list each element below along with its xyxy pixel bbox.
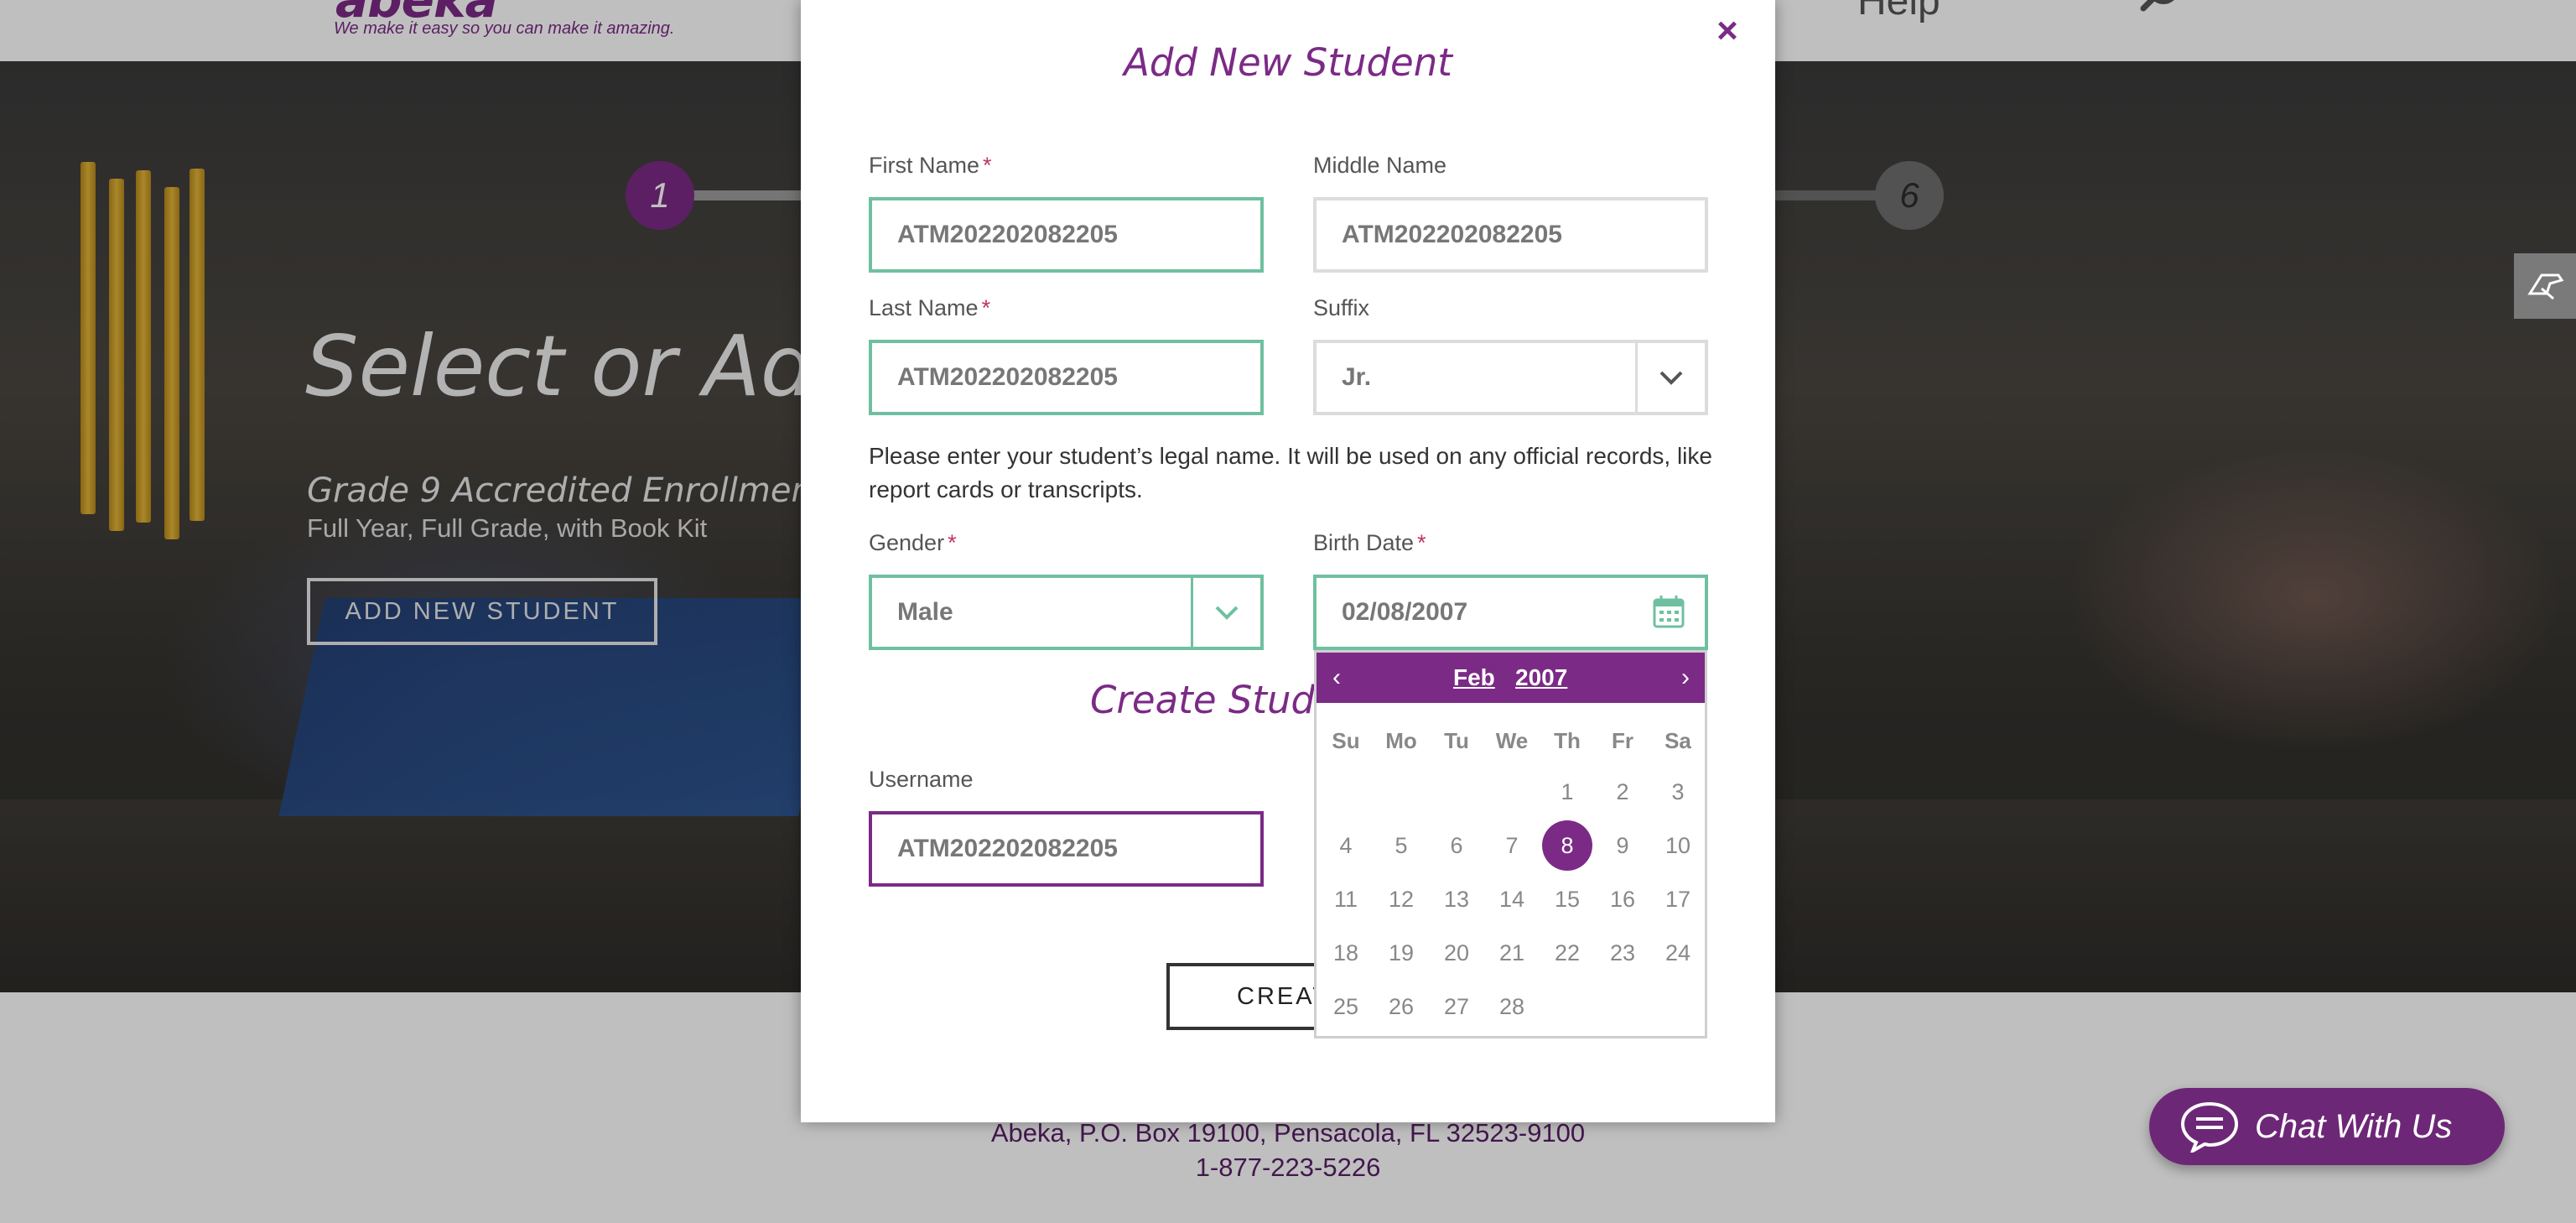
- chevron-right-icon[interactable]: ›: [1669, 653, 1702, 703]
- weekday-header: Sa: [1665, 728, 1691, 753]
- calendar-day[interactable]: 16: [1595, 874, 1650, 924]
- calendar-day[interactable]: 20: [1429, 928, 1484, 978]
- calendar-day[interactable]: 3: [1650, 767, 1706, 817]
- calendar-day[interactable]: 27: [1429, 981, 1484, 1032]
- modal-title: Add New Student: [1124, 40, 1452, 85]
- username-input[interactable]: ATM202202082205: [869, 811, 1264, 887]
- weekday-header: Su: [1332, 728, 1360, 753]
- calendar-day[interactable]: 6: [1429, 820, 1484, 871]
- calendar-day[interactable]: 1: [1540, 767, 1595, 817]
- calendar-day[interactable]: 15: [1540, 874, 1595, 924]
- calendar-icon[interactable]: [1652, 594, 1685, 629]
- last-name-label-text: Last Name: [869, 295, 979, 320]
- birth-date-input[interactable]: 02/08/2007: [1313, 575, 1708, 650]
- calendar-day[interactable]: 23: [1595, 928, 1650, 978]
- calendar-day[interactable]: 22: [1540, 928, 1595, 978]
- chevron-down-icon[interactable]: [1638, 343, 1705, 412]
- username-label: Username: [869, 767, 974, 792]
- gender-label: Gender *: [869, 530, 957, 556]
- calendar-day[interactable]: 24: [1650, 928, 1706, 978]
- suffix-select[interactable]: Jr.: [1313, 340, 1708, 415]
- weekday-header: We: [1495, 728, 1529, 753]
- first-name-label: First Name *: [869, 153, 992, 179]
- chat-label: Chat With Us: [2255, 1107, 2453, 1145]
- weekday-header: Mo: [1385, 728, 1417, 753]
- accessibility-tab[interactable]: [2514, 253, 2576, 319]
- datepicker-year[interactable]: 2007: [1515, 664, 1567, 691]
- create-student-heading: Create Stude: [1090, 678, 1338, 722]
- required-marker: *: [948, 530, 957, 555]
- calendar-day[interactable]: 17: [1650, 874, 1706, 924]
- gender-label-text: Gender: [869, 530, 945, 555]
- calendar-day[interactable]: 4: [1318, 820, 1374, 871]
- gender-select[interactable]: Male: [869, 575, 1264, 650]
- datepicker-header: ‹ Feb 2007 ›: [1317, 653, 1705, 703]
- weekday-header: Tu: [1444, 728, 1469, 753]
- middle-name-label: Middle Name: [1313, 153, 1447, 178]
- calendar-day[interactable]: 5: [1374, 820, 1429, 871]
- last-name-label: Last Name *: [869, 295, 990, 321]
- calendar-day[interactable]: 12: [1374, 874, 1429, 924]
- suffix-label: Suffix: [1313, 295, 1370, 320]
- calendar-day[interactable]: 18: [1318, 928, 1374, 978]
- selected-day[interactable]: 8: [1540, 820, 1595, 871]
- required-marker: *: [1417, 530, 1426, 555]
- calendar-day[interactable]: 7: [1484, 820, 1540, 871]
- chat-bubble-icon: [2180, 1101, 2239, 1153]
- calendar-day[interactable]: 13: [1429, 874, 1484, 924]
- chevron-down-icon[interactable]: [1193, 578, 1260, 647]
- calendar-day[interactable]: 28: [1484, 981, 1540, 1032]
- required-marker: *: [981, 295, 991, 320]
- birth-date-label: Birth Date *: [1313, 530, 1426, 556]
- calendar-day[interactable]: 10: [1650, 820, 1706, 871]
- calendar-day[interactable]: 11: [1318, 874, 1374, 924]
- weekday-header: Fr: [1612, 728, 1633, 753]
- chevron-left-icon[interactable]: ‹: [1320, 653, 1353, 703]
- calendar-day[interactable]: 9: [1595, 820, 1650, 871]
- datepicker-month[interactable]: Feb: [1453, 664, 1495, 691]
- calendar-day[interactable]: 19: [1374, 928, 1429, 978]
- calendar-day[interactable]: 25: [1318, 981, 1374, 1032]
- middle-name-input[interactable]: ATM202202082205: [1313, 197, 1708, 273]
- legal-name-help-text: Please enter your student’s legal name. …: [869, 443, 1712, 502]
- hand-icon: [2527, 273, 2564, 300]
- calendar-day[interactable]: 21: [1484, 928, 1540, 978]
- first-name-label-text: First Name: [869, 153, 980, 178]
- gender-value: Male: [897, 598, 953, 626]
- required-marker: *: [983, 153, 992, 178]
- calendar-day[interactable]: 2: [1595, 767, 1650, 817]
- suffix-value: Jr.: [1342, 363, 1372, 391]
- last-name-input[interactable]: ATM202202082205: [869, 340, 1264, 415]
- chat-with-us-button[interactable]: Chat With Us: [2149, 1088, 2505, 1165]
- datepicker: ‹ Feb 2007 › Su Mo Tu We Th Fr Sa 1 2 3 4 5 6 7 8 9 10 11…: [1314, 650, 1707, 1038]
- weekday-header: Th: [1554, 728, 1581, 753]
- calendar-day[interactable]: 26: [1374, 981, 1429, 1032]
- birth-date-label-text: Birth Date: [1313, 530, 1415, 555]
- calendar-day[interactable]: 14: [1484, 874, 1540, 924]
- first-name-input[interactable]: ATM202202082205: [869, 197, 1264, 273]
